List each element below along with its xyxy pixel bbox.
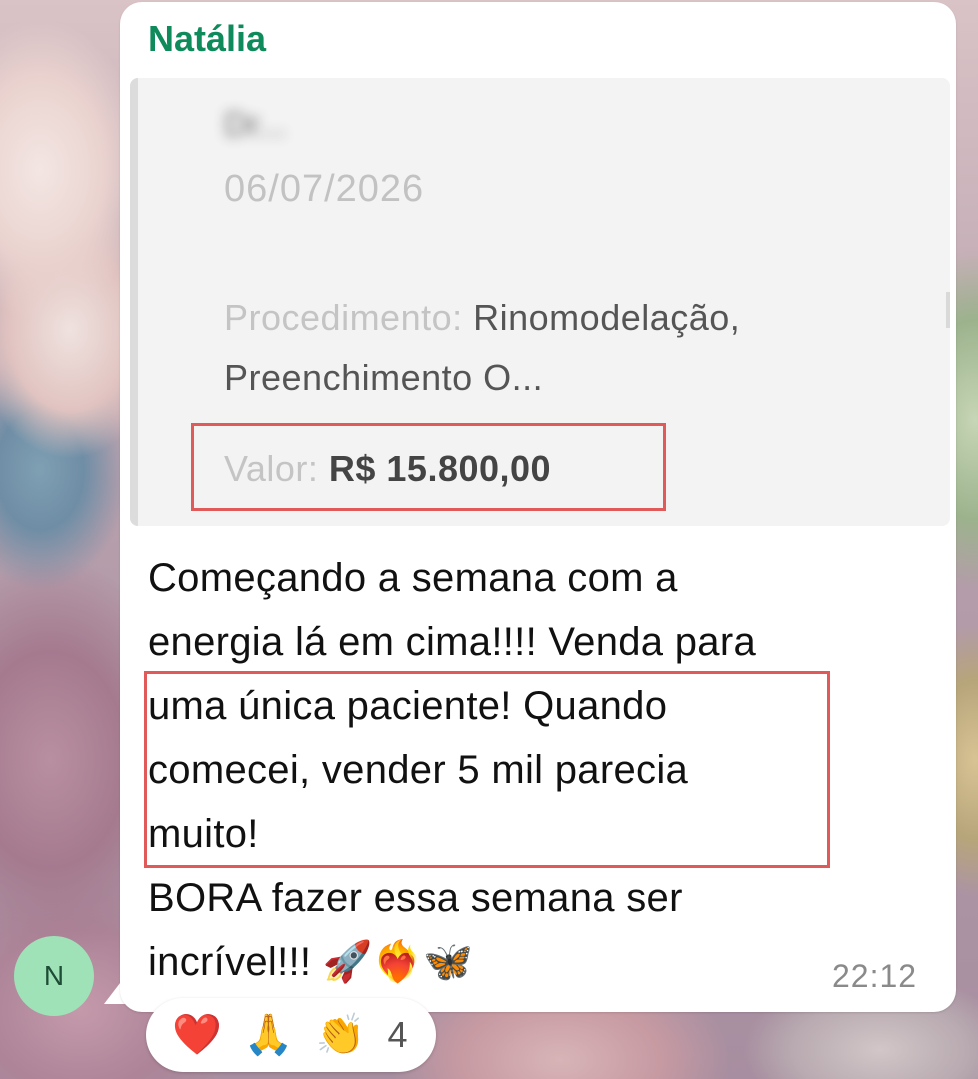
clap-reaction-icon: 👏 <box>315 1013 366 1057</box>
message-line: incrível!!! 🚀❤️‍🔥🦋 <box>148 940 474 984</box>
reaction-count: 4 <box>387 1014 408 1055</box>
pray-reaction-icon: 🙏 <box>243 1013 294 1057</box>
avatar[interactable]: N <box>14 936 94 1016</box>
procedure-value-2: Preenchimento O... <box>224 357 544 398</box>
text-highlight-box <box>144 671 830 868</box>
reactions-pill[interactable]: ❤️ 🙏 👏 4 <box>146 998 436 1072</box>
message-line: Começando a semana com a <box>148 556 678 600</box>
quote-edge-mark <box>946 292 950 328</box>
quote-procedure: Procedimento: Rinomodelação, Preenchimen… <box>224 288 924 408</box>
quote-date: 06/07/2026 <box>224 168 425 210</box>
procedure-value: Rinomodelação, <box>473 297 741 338</box>
quote-title-redacted: Dr... <box>224 106 287 144</box>
message-timestamp: 22:12 <box>832 958 918 994</box>
procedure-label: Procedimento: <box>224 297 463 338</box>
value-highlight-box <box>191 423 666 511</box>
sender-name[interactable]: Natália <box>148 18 266 60</box>
message-line: energia lá em cima!!!! Venda para <box>148 620 757 664</box>
message-line: BORA fazer essa semana ser <box>148 876 683 920</box>
quote-accent-bar <box>130 78 138 526</box>
avatar-initial: N <box>43 960 65 991</box>
heart-reaction-icon: ❤️ <box>172 1013 222 1057</box>
